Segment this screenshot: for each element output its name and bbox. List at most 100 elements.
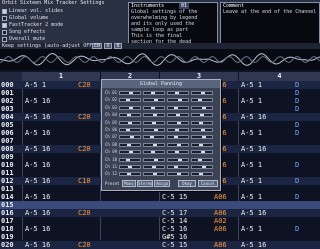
slider-knob[interactable] [129,92,133,94]
slider-knob[interactable] [153,114,157,117]
slider-knob[interactable] [202,166,206,168]
pattern-cell[interactable]: A-5 16 [241,241,266,249]
pattern-cell[interactable]: C-5 15 [162,241,187,249]
pattern-cell[interactable]: A-5 16 [241,209,266,217]
comment-panel[interactable]: Comment Leave at the end of the Channel [220,2,320,44]
pattern-cell[interactable]: C10 [78,177,91,185]
option-row[interactable]: Song effects [2,29,45,35]
slider-knob[interactable] [154,129,158,131]
slider-knob[interactable] [150,136,154,139]
panning-slider[interactable] [119,91,141,95]
pattern-cell[interactable]: A-5 16 [25,225,50,233]
panning-slider[interactable] [143,172,165,177]
slider-knob[interactable] [174,166,178,168]
slider-knob[interactable] [153,143,157,146]
option-row[interactable]: FastTracker 2 mode [2,22,63,28]
preset-mono-button[interactable]: Mono [122,180,136,187]
slider-knob[interactable] [175,151,179,154]
panning-slider[interactable] [167,157,189,162]
panning-slider[interactable] [191,172,213,177]
slider-knob[interactable] [177,173,181,176]
panning-slider[interactable] [119,105,141,110]
slider-knob[interactable] [202,136,206,139]
slider-knob[interactable] [152,121,156,124]
panning-slider[interactable] [119,150,141,155]
pattern-cell[interactable]: A-5 16 [25,209,50,217]
pattern-cell[interactable]: A02 [214,217,227,225]
panning-slider[interactable] [119,165,141,169]
pattern-cell[interactable]: A-5 16 [25,193,50,201]
panning-slider[interactable] [191,91,213,95]
cancel-button[interactable]: Cancel [198,180,218,187]
slider-knob[interactable] [177,121,181,124]
pattern-cell[interactable]: D [295,105,299,113]
pattern-cell[interactable]: A06 [214,193,227,201]
panning-slider[interactable] [119,113,141,118]
slider-knob[interactable] [177,143,181,146]
panning-slider[interactable] [191,150,213,155]
instruments-panel[interactable]: Instruments 01 Global settings of the ove… [128,2,218,51]
panning-slider[interactable] [119,128,141,132]
slider-knob[interactable] [128,121,132,124]
pattern-cell[interactable]: A06 [214,225,227,233]
panning-slider[interactable] [191,113,213,118]
pattern-cell[interactable]: A-5 1 [241,97,262,105]
slider-knob[interactable] [199,121,203,124]
preset-stereo-button[interactable]: Stereo [137,180,153,187]
slider-knob[interactable] [198,158,202,161]
preset-amiga-button[interactable]: Amiga [154,180,170,187]
pattern-cell[interactable]: A-5 16 [25,241,50,249]
panning-slider[interactable] [119,142,141,147]
panning-slider[interactable] [191,98,213,103]
slider-knob[interactable] [201,151,205,154]
panning-slider[interactable] [119,157,141,162]
panning-slider[interactable] [143,98,165,103]
slider-knob[interactable] [201,129,205,131]
pattern-row[interactable]: 014 A-5 16 C-5 15 A06 A-5 1 D [0,193,320,201]
slider-knob[interactable] [154,99,158,102]
slider-knob[interactable] [198,99,202,102]
panning-slider[interactable] [191,165,213,169]
panning-slider[interactable] [167,172,189,177]
slider-knob[interactable] [199,173,203,176]
pattern-cell[interactable]: C20 [78,145,91,153]
pattern-cell[interactable]: D [295,121,299,129]
pattern-cell[interactable]: A-5 1 [241,225,262,233]
panning-slider[interactable] [143,142,165,147]
panning-slider[interactable] [191,105,213,110]
panning-slider[interactable] [119,98,141,103]
pattern-cell[interactable]: C-5 17 [162,209,187,217]
slider-knob[interactable] [127,143,131,146]
option-checkbox[interactable] [2,29,7,35]
slider-knob[interactable] [176,114,180,117]
pattern-cell[interactable]: A-5 1 [25,81,46,89]
slider-knob[interactable] [127,114,131,117]
pattern-cell[interactable]: A-5 1 [241,129,262,137]
slider-knob[interactable] [174,106,178,109]
slider-knob[interactable] [127,173,131,176]
pattern-cell[interactable]: C-5 14 [162,217,187,225]
slider-knob[interactable] [128,166,132,168]
panning-slider[interactable] [167,105,189,110]
option-checkbox[interactable] [2,22,7,28]
panning-slider[interactable] [191,135,213,140]
option-checkbox[interactable] [2,36,7,42]
pattern-cell[interactable]: A-5 16 [25,145,50,153]
pattern-cell[interactable]: C-5 16 [162,225,187,233]
panning-slider[interactable] [143,113,165,118]
pattern-row[interactable]: 017 C-5 14 A02 [0,217,320,225]
slider-knob[interactable] [178,158,182,161]
pattern-cell[interactable]: D [295,89,299,97]
pattern-cell[interactable]: A-5 16 [25,97,50,105]
pattern-cell[interactable]: C20 [78,113,91,121]
slider-knob[interactable] [151,151,155,154]
slider-knob[interactable] [154,158,158,161]
slider-knob[interactable] [153,173,157,176]
pattern-cell[interactable]: A06 [214,209,227,217]
panning-slider[interactable] [167,142,189,147]
pattern-cell[interactable]: D [295,177,299,185]
option-row[interactable]: Overall mute [2,36,45,42]
pattern-cell[interactable]: A-5 16 [25,113,50,121]
slider-knob[interactable] [175,129,179,131]
panning-slider[interactable] [167,135,189,140]
